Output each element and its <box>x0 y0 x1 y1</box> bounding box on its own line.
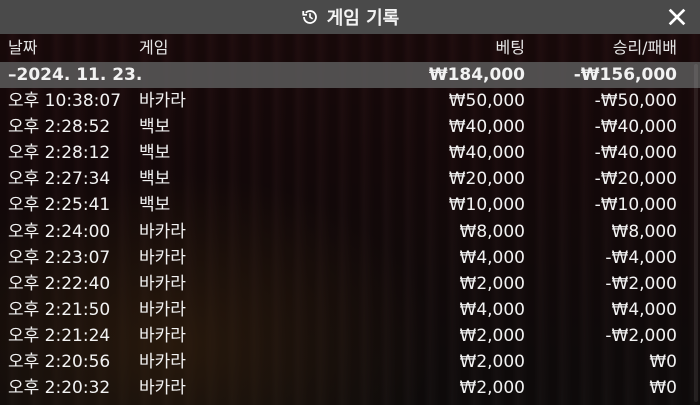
history-icon <box>302 10 317 24</box>
record-result: -₩40,000 <box>594 143 677 164</box>
record-time: 오후 2:27:34 <box>8 169 111 190</box>
record-game: 백보 <box>139 195 171 216</box>
dialog-title: 게임 기록 <box>326 8 400 29</box>
record-time: 오후 2:21:50 <box>8 299 111 320</box>
col-bet: 베팅 <box>495 38 525 57</box>
record-time: 오후 2:22:40 <box>8 273 111 294</box>
record-bet: ₩40,000 <box>448 117 525 138</box>
record-game: 바카라 <box>139 325 186 346</box>
record-game: 바카라 <box>139 221 186 242</box>
record-time: 오후 2:28:52 <box>8 117 111 138</box>
record-bet: ₩2,000 <box>459 352 525 372</box>
col-result: 승리/패배 <box>612 38 677 57</box>
record-bet: ₩4,000 <box>459 299 525 320</box>
record-row[interactable]: 오후 2:20:32 바카라 ₩2,000 ₩0 <box>0 375 700 401</box>
record-row[interactable]: 오후 2:21:50 바카라 ₩4,000 ₩4,000 <box>0 297 700 323</box>
record-game: 바카라 <box>139 378 186 399</box>
record-row[interactable]: 오후 2:20:56 바카라 ₩2,000 ₩0 <box>0 349 700 375</box>
record-time: 오후 2:20:56 <box>8 352 111 372</box>
record-result: ₩0 <box>649 378 677 399</box>
record-bet: ₩2,000 <box>459 378 525 399</box>
record-time: 오후 2:20:32 <box>8 378 111 399</box>
record-row[interactable]: 오후 2:27:34 백보 ₩20,000 -₩20,000 <box>0 166 700 192</box>
record-result: -₩2,000 <box>605 325 677 346</box>
record-game: 백보 <box>139 143 171 164</box>
record-result: -₩20,000 <box>594 169 677 190</box>
record-game: 바카라 <box>139 352 186 372</box>
record-bet: ₩10,000 <box>448 195 525 216</box>
record-game: 바카라 <box>139 273 186 294</box>
col-date: 날짜 <box>8 38 38 57</box>
record-game: 백보 <box>139 169 171 190</box>
record-row[interactable]: 오후 2:21:24 바카라 ₩2,000 -₩2,000 <box>0 323 700 349</box>
record-time: 오후 2:21:24 <box>8 325 111 346</box>
record-time: 오후 2:23:07 <box>8 247 111 268</box>
record-game: 바카라 <box>139 247 186 268</box>
record-bet: ₩20,000 <box>448 169 525 190</box>
scrollbar[interactable] <box>694 64 698 402</box>
record-row[interactable]: 오후 2:28:52 백보 ₩40,000 -₩40,000 <box>0 114 700 140</box>
record-result: -₩10,000 <box>594 195 677 216</box>
record-result: ₩0 <box>649 352 677 372</box>
record-row[interactable]: 오후 10:38:07 바카라 ₩50,000 -₩50,000 <box>0 88 700 114</box>
record-result: -₩4,000 <box>605 247 677 268</box>
record-row[interactable]: 오후 2:24:00 바카라 ₩8,000 ₩8,000 <box>0 219 700 245</box>
record-row[interactable]: 오후 2:25:41 백보 ₩10,000 -₩10,000 <box>0 192 700 218</box>
date-label: –2024. 11. 23. <box>8 65 143 85</box>
record-bet: ₩2,000 <box>459 273 525 294</box>
record-time: 오후 2:28:12 <box>8 143 111 164</box>
record-time: 오후 10:38:07 <box>8 91 122 111</box>
close-icon[interactable] <box>666 6 688 28</box>
record-time: 오후 2:25:41 <box>8 195 111 216</box>
date-bet-total: ₩184,000 <box>428 65 525 85</box>
record-row[interactable]: 오후 2:28:12 백보 ₩40,000 -₩40,000 <box>0 140 700 166</box>
record-game: 바카라 <box>139 91 186 111</box>
record-bet: ₩40,000 <box>448 143 525 164</box>
record-bet: ₩2,000 <box>459 325 525 346</box>
record-result: -₩50,000 <box>594 91 677 111</box>
record-row[interactable]: 오후 2:22:40 바카라 ₩2,000 -₩2,000 <box>0 271 700 297</box>
record-row[interactable]: 오후 2:23:07 바카라 ₩4,000 -₩4,000 <box>0 245 700 271</box>
col-game: 게임 <box>139 38 169 57</box>
record-bet: ₩8,000 <box>459 221 525 242</box>
record-result: -₩40,000 <box>594 117 677 138</box>
record-game: 바카라 <box>139 299 186 320</box>
dialog-title-group: 게임 기록 <box>301 4 400 30</box>
record-result: -₩2,000 <box>605 273 677 294</box>
dialog-header: 게임 기록 <box>0 0 700 34</box>
record-result: ₩8,000 <box>611 221 677 242</box>
date-result-total: -₩156,000 <box>573 65 677 85</box>
column-headers: 날짜 게임 베팅 승리/패배 <box>0 34 700 62</box>
record-result: ₩4,000 <box>611 299 677 320</box>
record-time: 오후 2:24:00 <box>8 221 111 242</box>
record-bet: ₩50,000 <box>448 91 525 111</box>
record-game: 백보 <box>139 117 171 138</box>
date-group-row[interactable]: –2024. 11. 23. ₩184,000 -₩156,000 <box>0 62 700 88</box>
record-bet: ₩4,000 <box>459 247 525 268</box>
